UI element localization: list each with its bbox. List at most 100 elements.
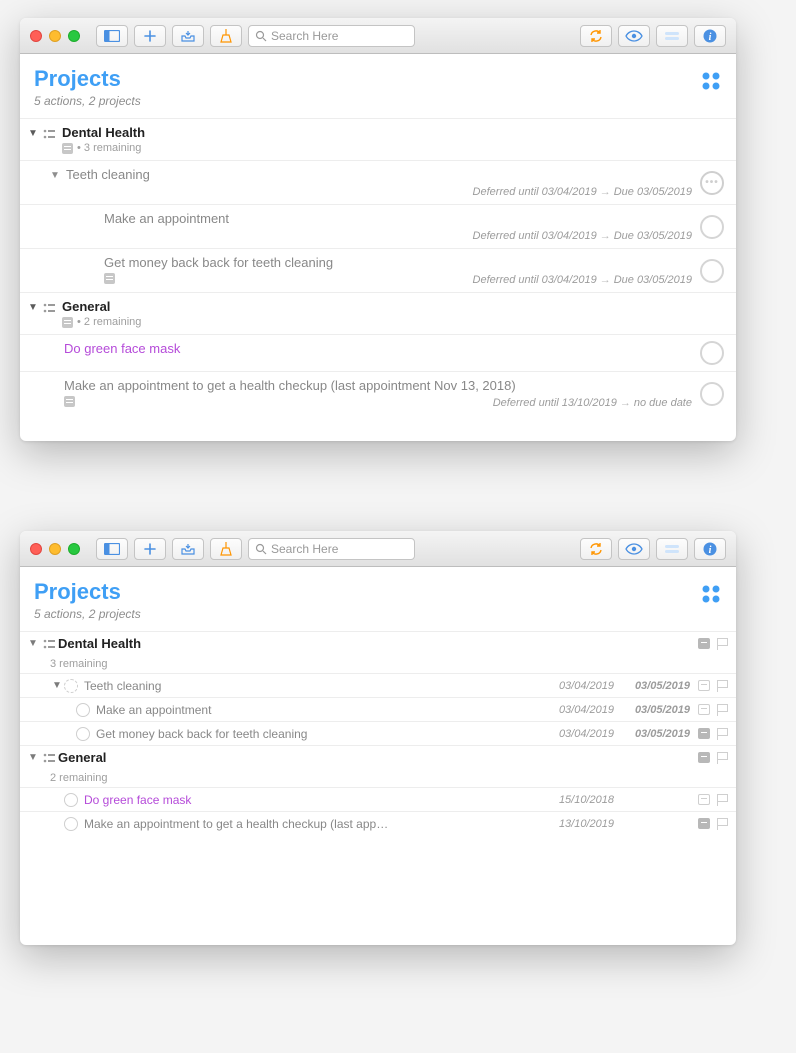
cleanup-button[interactable] [210,538,242,560]
status-circle[interactable] [700,259,724,283]
disclosure-triangle-icon[interactable]: ▼ [26,638,40,649]
view-button[interactable] [618,538,650,560]
flag-icon[interactable] [716,794,728,806]
action-group-row[interactable]: ▼ Teeth cleaning 03/04/2019 03/05/2019 [20,673,736,697]
project-remaining: • 3 remaining [77,142,141,154]
task-title: Do green face mask [84,793,538,807]
task-row[interactable]: Make an appointment Deferred until 03/04… [20,204,736,248]
task-title: Get money back back for teeth cleaning [96,727,538,741]
page-title: Projects [34,66,141,92]
flag-icon[interactable] [716,752,728,764]
sidebar-toggle-button[interactable] [96,538,128,560]
task-title: Make an appointment to get a health chec… [84,817,538,831]
toolbar: Search Here i [20,18,736,54]
task-title: Make an appointment [104,211,692,226]
defer-date: 03/04/2019 [538,704,614,716]
inbox-button[interactable] [172,538,204,560]
svg-text:i: i [709,545,712,556]
add-button[interactable] [134,538,166,560]
search-field[interactable]: Search Here [248,25,415,47]
status-circle[interactable] [76,727,90,741]
group-title: Teeth cleaning [84,679,538,693]
more-actions-button[interactable]: ••• [700,171,724,195]
window-columns: Search Here i Projects 5 actions, 2 proj… [20,531,736,945]
action-group-row[interactable]: ▼ Teeth cleaning Deferred until 03/04/20… [20,160,736,204]
sync-button[interactable] [580,25,612,47]
inbox-button[interactable] [172,25,204,47]
layout-button[interactable] [656,538,688,560]
disclosure-triangle-icon[interactable]: ▼ [26,299,40,313]
task-row[interactable]: Make an appointment to get a health chec… [20,811,736,835]
view-layout-icon[interactable] [700,66,722,92]
flag-icon[interactable] [716,680,728,692]
note-icon[interactable] [698,818,710,829]
defer-date: 13/10/2019 [538,818,614,830]
disclosure-triangle-icon[interactable]: ▼ [26,752,40,763]
window-fluid: Search Here i Projects 5 actions, 2 proj… [20,18,736,441]
note-icon[interactable] [698,752,710,763]
flag-icon[interactable] [716,728,728,740]
parallel-project-icon [40,125,58,140]
project-row[interactable]: ▼ Dental Health [20,631,736,655]
task-row[interactable]: Get money back back for teeth cleaning D… [20,248,736,292]
layout-button[interactable] [656,25,688,47]
status-circle[interactable] [64,793,78,807]
task-title: Make an appointment to get a health chec… [64,378,692,393]
zoom-window-button[interactable] [68,543,80,555]
project-title: Dental Health [62,125,724,140]
defer-date: 15/10/2018 [538,794,614,806]
note-icon[interactable] [698,680,710,691]
inspector-button[interactable]: i [694,538,726,560]
search-field[interactable]: Search Here [248,538,415,560]
status-circle[interactable] [76,703,90,717]
header: Projects 5 actions, 2 projects [20,567,736,631]
minimize-window-button[interactable] [49,30,61,42]
zoom-window-button[interactable] [68,30,80,42]
minimize-window-button[interactable] [49,543,61,555]
project-remaining: 3 remaining [20,655,736,673]
search-placeholder: Search Here [271,29,338,43]
flag-icon[interactable] [716,818,728,830]
status-circle[interactable] [64,679,78,693]
task-title: Make an appointment [96,703,538,717]
note-icon[interactable] [698,728,710,739]
note-icon[interactable] [698,794,710,805]
task-row[interactable]: Make an appointment to get a health chec… [20,371,736,415]
task-row[interactable]: Do green face mask [20,334,736,371]
due-date: 03/05/2019 [614,728,690,740]
add-button[interactable] [134,25,166,47]
project-row[interactable]: ▼ General • 2 remaining [20,292,736,334]
sync-button[interactable] [580,538,612,560]
task-row[interactable]: Do green face mask 15/10/2018 [20,787,736,811]
close-window-button[interactable] [30,543,42,555]
project-row[interactable]: ▼ Dental Health • 3 remaining [20,118,736,160]
page-subtitle: 5 actions, 2 projects [34,607,141,621]
note-icon[interactable] [698,704,710,715]
note-icon[interactable] [698,638,710,649]
flag-icon[interactable] [716,638,728,650]
traffic-lights [30,543,80,555]
task-row[interactable]: Make an appointment 03/04/2019 03/05/201… [20,697,736,721]
parallel-project-icon [40,299,58,314]
search-placeholder: Search Here [271,542,338,556]
status-circle[interactable] [700,341,724,365]
status-circle[interactable] [700,382,724,406]
view-button[interactable] [618,25,650,47]
project-row[interactable]: ▼ General [20,745,736,769]
parallel-project-icon [40,752,58,764]
task-row[interactable]: Get money back back for teeth cleaning 0… [20,721,736,745]
disclosure-triangle-icon[interactable]: ▼ [48,167,62,181]
inspector-button[interactable]: i [694,25,726,47]
flag-icon[interactable] [716,704,728,716]
close-window-button[interactable] [30,30,42,42]
status-circle[interactable] [700,215,724,239]
disclosure-triangle-icon[interactable]: ▼ [50,680,64,691]
project-title: General [58,750,538,765]
disclosure-triangle-icon[interactable]: ▼ [26,125,40,139]
status-circle[interactable] [64,817,78,831]
cleanup-button[interactable] [210,25,242,47]
traffic-lights [30,30,80,42]
defer-date: 03/04/2019 [538,728,614,740]
view-layout-icon[interactable] [700,579,722,605]
sidebar-toggle-button[interactable] [96,25,128,47]
